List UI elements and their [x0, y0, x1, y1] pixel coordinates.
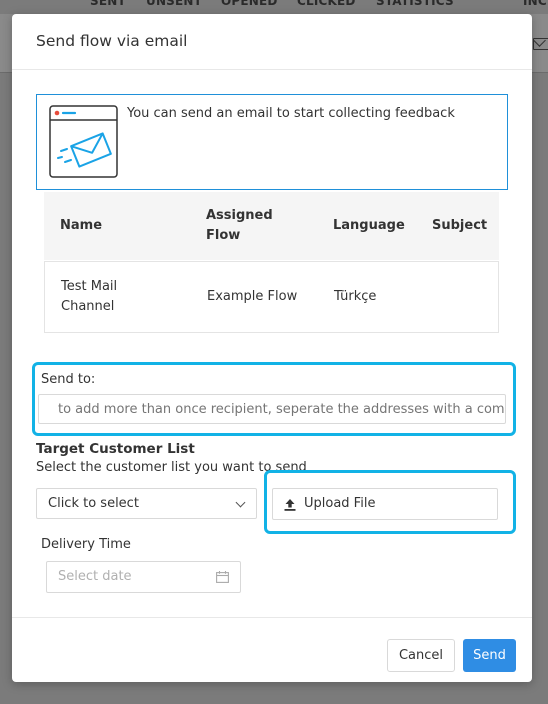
modal-title: Send flow via email — [36, 32, 188, 50]
send-to-highlight — [32, 362, 516, 436]
channel-table: Name Assigned Flow Language Subject Test… — [44, 192, 499, 333]
background-table-header: SENT UNSENT OPENED CLICKED STATISTICS IN… — [0, 0, 548, 14]
header-name: Name — [60, 218, 103, 233]
delivery-time-label: Delivery Time — [41, 537, 131, 552]
col-clicked: CLICKED — [297, 0, 356, 8]
header-language: Language — [333, 218, 405, 233]
info-text: You can send an email to start collectin… — [127, 106, 455, 121]
send-flow-modal: Send flow via email You can send an emai… — [12, 14, 532, 682]
col-unsent: UNSENT — [146, 0, 203, 8]
col-sent: SENT — [90, 0, 126, 8]
col-inc: INC — [523, 0, 547, 8]
cell-name-2: Channel — [61, 299, 115, 314]
cell-language: Türkçe — [334, 289, 377, 304]
chevron-down-icon — [235, 497, 246, 508]
header-subject: Subject — [432, 218, 488, 233]
col-statistics: STATISTICS — [376, 0, 454, 8]
cell-assigned-flow: Example Flow — [207, 289, 298, 304]
customer-list-select[interactable]: Click to select — [36, 488, 257, 519]
table-header: Name Assigned Flow Language Subject — [44, 192, 499, 260]
target-list-title: Target Customer List — [36, 441, 195, 457]
col-opened: OPENED — [221, 0, 278, 8]
select-value: Click to select — [48, 496, 139, 511]
email-illustration-icon — [49, 105, 118, 178]
info-box: You can send an email to start collectin… — [36, 94, 508, 190]
header-assigned: Assigned — [206, 208, 273, 223]
cancel-button[interactable]: Cancel — [387, 639, 455, 672]
send-button[interactable]: Send — [463, 639, 516, 672]
header-flow: Flow — [206, 228, 241, 243]
cell-name-1: Test Mail — [61, 279, 118, 294]
delivery-date-picker[interactable]: Select date — [46, 561, 241, 593]
upload-highlight — [264, 470, 516, 534]
table-row[interactable]: Test Mail Channel Example Flow Türkçe — [44, 261, 499, 333]
footer-divider — [12, 617, 532, 618]
calendar-icon — [216, 571, 229, 583]
mail-icon — [533, 38, 548, 50]
date-placeholder: Select date — [58, 569, 132, 584]
header-divider — [12, 69, 532, 70]
